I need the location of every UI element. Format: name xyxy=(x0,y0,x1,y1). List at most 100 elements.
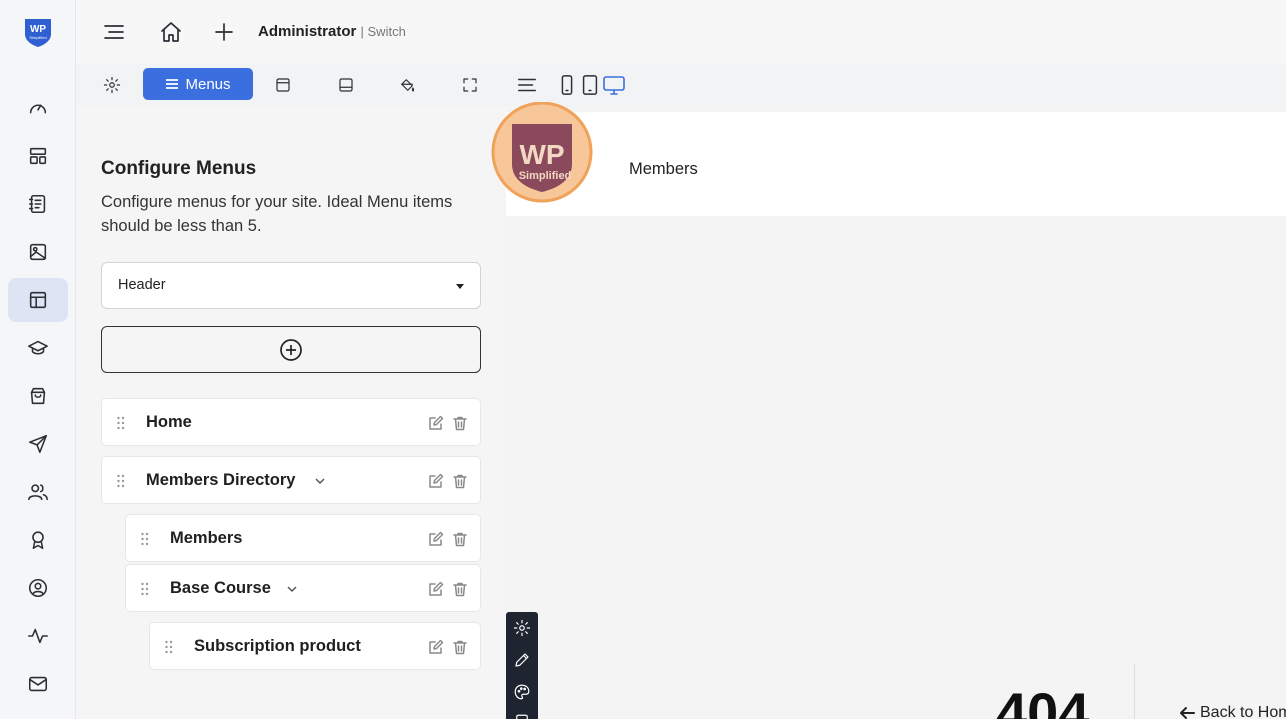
menu-location-select[interactable]: Header xyxy=(101,262,481,309)
menu-item-label: Subscription product xyxy=(194,637,361,655)
menu-item-label: Home xyxy=(146,413,192,431)
image-icon xyxy=(29,243,47,261)
menu-item[interactable]: Subscription product xyxy=(149,622,481,670)
activity-icon xyxy=(28,628,48,644)
rail-mail[interactable] xyxy=(8,662,68,706)
rail-account[interactable] xyxy=(8,566,68,610)
footer-layout-tool-button[interactable] xyxy=(333,72,359,98)
preview-site-logo[interactable]: WP Simplified xyxy=(490,101,594,210)
block-edit-button[interactable] xyxy=(513,651,531,669)
send-icon xyxy=(28,434,48,454)
drag-handle-icon[interactable] xyxy=(116,416,126,430)
edit-menu-item-button[interactable] xyxy=(428,473,444,489)
trash-icon xyxy=(453,640,467,655)
edit-icon xyxy=(429,531,444,546)
rail-send[interactable] xyxy=(8,422,68,466)
edit-menu-item-button[interactable] xyxy=(428,639,444,655)
rail-media[interactable] xyxy=(8,230,68,274)
user-switcher[interactable]: Administrator | Switch xyxy=(258,23,406,40)
expand-submenu-button[interactable] xyxy=(285,582,299,596)
menus-tab-label: Menus xyxy=(185,75,231,93)
align-tool-button[interactable] xyxy=(513,72,541,98)
switch-link[interactable]: | Switch xyxy=(361,24,406,39)
drag-handle-icon[interactable] xyxy=(116,474,126,488)
preview-nav-members[interactable]: Members xyxy=(629,160,698,179)
block-style-button[interactable] xyxy=(513,683,531,701)
add-menu-item-button[interactable] xyxy=(101,326,481,373)
fullscreen-icon xyxy=(463,78,477,92)
home-button[interactable] xyxy=(159,20,183,44)
delete-menu-item-button[interactable] xyxy=(452,639,468,655)
trash-icon xyxy=(453,474,467,489)
fullscreen-tool-button[interactable] xyxy=(457,72,483,98)
preview-divider xyxy=(1134,664,1135,719)
menu-item[interactable]: Home xyxy=(101,398,481,446)
rail-activity[interactable] xyxy=(8,614,68,658)
rail-pages[interactable] xyxy=(8,182,68,226)
top-bar: Administrator | Switch xyxy=(76,0,1286,64)
rail-awards[interactable] xyxy=(8,518,68,562)
square-icon xyxy=(516,714,528,719)
settings-tool-button[interactable] xyxy=(99,72,125,98)
rail-courses[interactable] xyxy=(8,326,68,370)
edit-menu-item-button[interactable] xyxy=(428,581,444,597)
tablet-view-button[interactable] xyxy=(577,72,603,98)
rail-members[interactable] xyxy=(8,470,68,514)
panel-description: Configure menus for your site. Ideal Men… xyxy=(101,193,453,235)
graduation-cap-icon xyxy=(28,340,48,355)
edit-menu-item-button[interactable] xyxy=(428,531,444,547)
svg-text:Simplified: Simplified xyxy=(29,35,46,40)
mail-icon xyxy=(28,676,48,692)
svg-text:WP: WP xyxy=(519,139,564,170)
chevron-down-icon xyxy=(287,586,297,593)
rail-layout[interactable] xyxy=(8,134,68,178)
drag-handle-icon[interactable] xyxy=(140,532,150,546)
rail-shop[interactable] xyxy=(8,374,68,418)
palette-icon xyxy=(514,684,530,700)
rail-templates[interactable] xyxy=(8,278,68,322)
menu-toggle-button[interactable] xyxy=(102,20,126,44)
delete-menu-item-button[interactable] xyxy=(452,473,468,489)
style-tool-button[interactable] xyxy=(394,72,420,98)
menus-tab-button[interactable]: Menus xyxy=(143,68,253,100)
block-more-button[interactable] xyxy=(513,713,531,719)
arrow-left-icon xyxy=(1180,707,1195,719)
expand-submenu-button[interactable] xyxy=(313,474,327,488)
shopping-bag-icon xyxy=(30,387,46,405)
header-panel-icon xyxy=(276,78,290,92)
dashboard-gauge-icon xyxy=(29,104,47,114)
back-to-home-link[interactable]: Back to Hom xyxy=(1178,704,1286,719)
menu-item[interactable]: Members xyxy=(125,514,481,562)
menu-item[interactable]: Members Directory xyxy=(101,456,481,504)
mobile-icon xyxy=(561,75,573,95)
menu-location-value: Header xyxy=(118,277,166,293)
chevron-down-icon xyxy=(315,478,325,485)
block-settings-button[interactable] xyxy=(513,619,531,637)
user-circle-icon xyxy=(28,578,48,598)
menu-item-label: Members Directory xyxy=(146,471,296,489)
plus-circle-icon xyxy=(280,338,302,361)
gear-icon xyxy=(513,619,531,637)
panel-title: Configure Menus xyxy=(101,158,257,179)
header-layout-tool-button[interactable] xyxy=(270,72,296,98)
brand-logo[interactable]: WP Simplified xyxy=(22,16,54,48)
edit-icon xyxy=(429,581,444,596)
award-icon xyxy=(32,531,44,550)
layout-icon xyxy=(29,147,47,165)
delete-menu-item-button[interactable] xyxy=(452,415,468,431)
menu-item[interactable]: Base Course xyxy=(125,564,481,612)
hamburger-icon xyxy=(104,25,124,39)
desktop-view-button[interactable] xyxy=(601,72,627,98)
add-new-button[interactable] xyxy=(212,20,236,44)
block-toolbar xyxy=(506,612,538,719)
preview-header: WP Simplified Members xyxy=(491,101,1286,216)
footer-panel-icon xyxy=(339,78,353,92)
drag-handle-icon[interactable] xyxy=(140,582,150,596)
rail-dashboard[interactable] xyxy=(8,86,68,130)
drag-handle-icon[interactable] xyxy=(164,640,174,654)
delete-menu-item-button[interactable] xyxy=(452,581,468,597)
delete-menu-item-button[interactable] xyxy=(452,531,468,547)
caret-down-icon xyxy=(456,284,464,289)
editor-toolbar: Menus xyxy=(76,64,1286,106)
edit-menu-item-button[interactable] xyxy=(428,415,444,431)
